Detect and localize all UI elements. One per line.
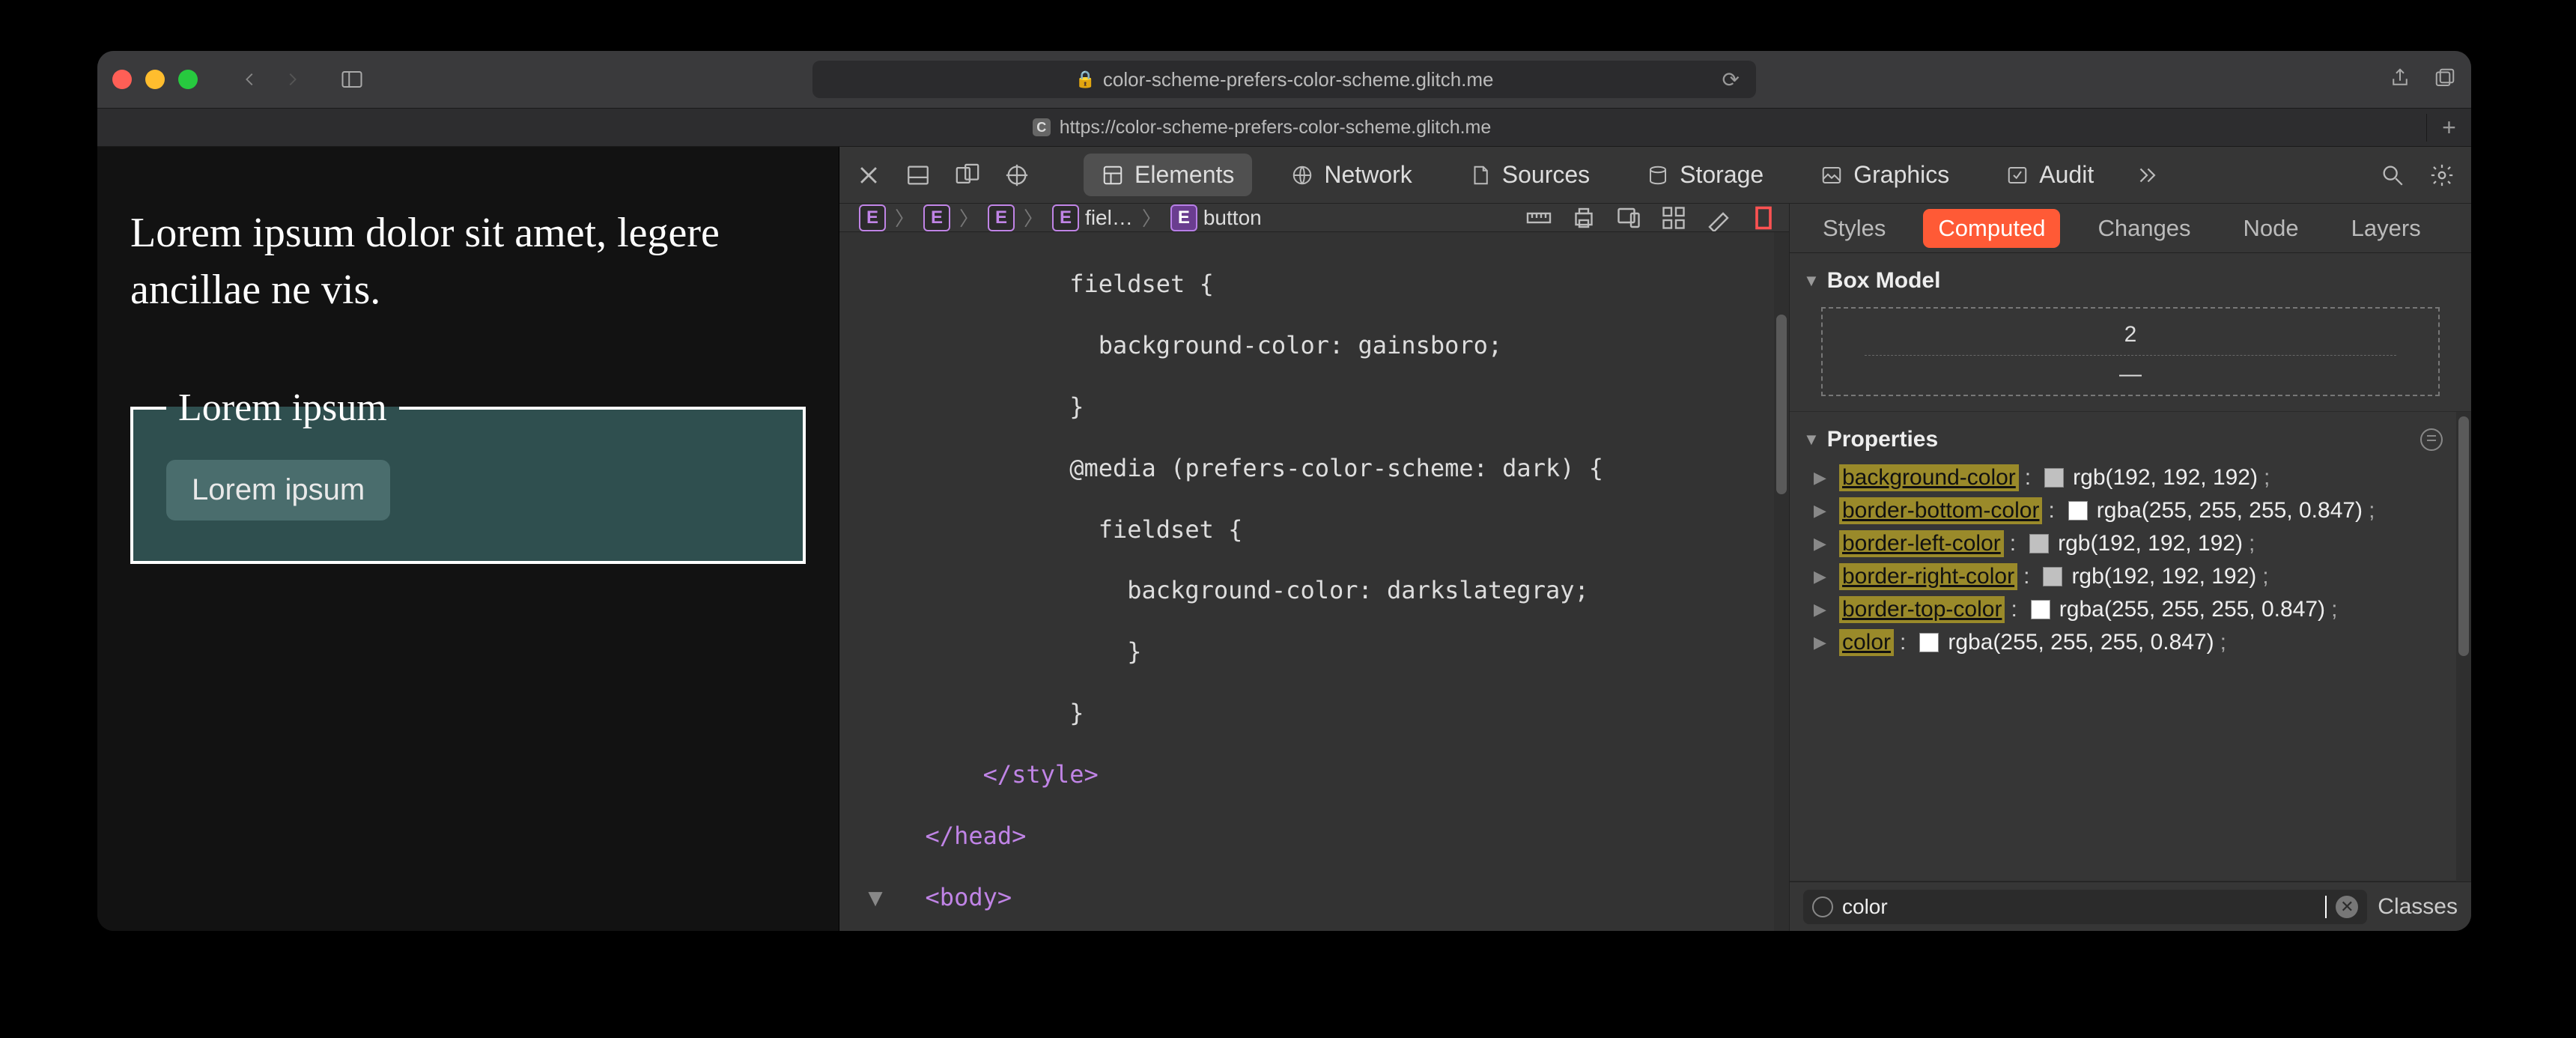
- browser-tab[interactable]: C https://color-scheme-prefers-color-sch…: [97, 117, 2426, 139]
- subtab-computed[interactable]: Computed: [1923, 209, 2060, 248]
- crumb-fieldset[interactable]: Efiel…: [1045, 204, 1140, 231]
- overflow-icon[interactable]: [2133, 161, 2161, 189]
- content-area: Lorem ipsum dolor sit amet, legere ancil…: [97, 147, 2471, 931]
- url-text: color-scheme-prefers-color-scheme.glitch…: [1103, 68, 1494, 91]
- disclosure-triangle-icon[interactable]: ▼: [1803, 271, 1820, 291]
- window-controls: [112, 70, 198, 89]
- styles-sidebar: Styles Computed Changes Node Layers ▼Box…: [1790, 204, 2471, 931]
- props-scrollbar[interactable]: [2456, 412, 2471, 881]
- back-button[interactable]: [229, 61, 271, 97]
- tabs-overview-button[interactable]: [2434, 67, 2456, 93]
- print-styles-icon[interactable]: [1570, 204, 1597, 231]
- rendered-page: Lorem ipsum dolor sit amet, legere ancil…: [97, 147, 839, 931]
- page-fieldset: Lorem ipsum Lorem ipsum: [130, 386, 806, 564]
- close-window-button[interactable]: [112, 70, 132, 89]
- clear-filter-button[interactable]: ✕: [2336, 896, 2358, 918]
- browser-window: 🔒 color-scheme-prefers-color-scheme.glit…: [97, 51, 2471, 931]
- tab-network[interactable]: Network: [1273, 154, 1430, 196]
- styles-subtabs: Styles Computed Changes Node Layers: [1790, 204, 2471, 253]
- classes-button[interactable]: Classes: [2378, 894, 2458, 920]
- ruler-icon[interactable]: [1525, 204, 1552, 231]
- compositing-icon[interactable]: [1750, 204, 1777, 231]
- dock-bottom-icon[interactable]: [904, 161, 932, 189]
- filter-input-wrap[interactable]: ✕: [1803, 890, 2367, 924]
- address-bar[interactable]: 🔒 color-scheme-prefers-color-scheme.glit…: [812, 61, 1756, 98]
- crumb-html[interactable]: E: [851, 204, 893, 231]
- search-icon[interactable]: [2378, 161, 2407, 189]
- page-form: Lorem ipsum Lorem ipsum: [130, 386, 806, 564]
- computed-property-row[interactable]: ▶border-bottom-color:rgba(255, 255, 255,…: [1809, 494, 2437, 527]
- forward-button[interactable]: [271, 61, 313, 97]
- paint-icon[interactable]: [1705, 204, 1732, 231]
- page-button[interactable]: Lorem ipsum: [166, 460, 390, 520]
- filter-icon[interactable]: [2420, 428, 2443, 451]
- filter-bar: ✕ Classes: [1790, 881, 2471, 931]
- device-icon[interactable]: [1615, 204, 1642, 231]
- crumb-form[interactable]: E: [980, 204, 1022, 231]
- inspect-icon[interactable]: [1003, 161, 1031, 189]
- devtools-toolbar: Elements Network Sources Storage Graphic…: [839, 147, 2471, 204]
- filter-field-icon: [1812, 896, 1833, 917]
- computed-property-row[interactable]: ▶border-left-color:rgb(192, 192, 192);: [1809, 527, 2437, 560]
- devtools-panel: Elements Network Sources Storage Graphic…: [839, 147, 2471, 931]
- subtab-layers[interactable]: Layers: [2336, 209, 2436, 248]
- minimize-window-button[interactable]: [145, 70, 165, 89]
- crumb-body[interactable]: E: [916, 204, 958, 231]
- tab-elements[interactable]: Elements: [1084, 154, 1252, 196]
- grid-icon[interactable]: [1660, 204, 1687, 231]
- computed-property-row[interactable]: ▶color:rgba(255, 255, 255, 0.847);: [1809, 626, 2437, 659]
- properties-section: ▼Properties ▶background-color:rgb(192, 1…: [1790, 412, 2456, 881]
- dock-side-icon[interactable]: [953, 161, 982, 189]
- sidebar-toggle-button[interactable]: [334, 61, 370, 97]
- subtab-node[interactable]: Node: [2229, 209, 2314, 248]
- computed-property-row[interactable]: ▶border-top-color:rgba(255, 255, 255, 0.…: [1809, 593, 2437, 626]
- elements-panel: E 〉 E 〉 E 〉 Efiel… 〉 Ebutton: [839, 204, 1790, 931]
- disclosure-triangle-icon[interactable]: ▼: [1803, 430, 1820, 449]
- share-button[interactable]: [2389, 67, 2411, 93]
- box-model-diagram[interactable]: 2 —: [1821, 307, 2440, 396]
- tab-title: https://color-scheme-prefers-color-schem…: [1060, 117, 1492, 139]
- close-devtools-button[interactable]: [854, 161, 883, 189]
- favicon: C: [1033, 118, 1051, 136]
- filter-input[interactable]: [1842, 895, 2316, 919]
- reload-button[interactable]: ⟳: [1712, 67, 1750, 92]
- settings-gear-icon[interactable]: [2428, 161, 2456, 189]
- tab-storage[interactable]: Storage: [1629, 154, 1781, 196]
- computed-property-row[interactable]: ▶border-right-color:rgb(192, 192, 192);: [1809, 560, 2437, 593]
- tab-sources[interactable]: Sources: [1451, 154, 1608, 196]
- zoom-window-button[interactable]: [178, 70, 198, 89]
- dom-scrollbar[interactable]: [1774, 232, 1789, 931]
- computed-property-row[interactable]: ▶background-color:rgb(192, 192, 192);: [1809, 461, 2437, 494]
- crumb-button[interactable]: Ebutton: [1163, 204, 1269, 231]
- titlebar: 🔒 color-scheme-prefers-color-scheme.glit…: [97, 51, 2471, 108]
- box-model-section: ▼Box Model 2 —: [1790, 253, 2471, 412]
- breadcrumb-bar: E 〉 E 〉 E 〉 Efiel… 〉 Ebutton: [839, 204, 1789, 232]
- page-paragraph: Lorem ipsum dolor sit amet, legere ancil…: [130, 205, 806, 318]
- tab-graphics[interactable]: Graphics: [1802, 154, 1967, 196]
- subtab-changes[interactable]: Changes: [2083, 209, 2205, 248]
- tab-bar: C https://color-scheme-prefers-color-sch…: [97, 108, 2471, 147]
- lock-icon: 🔒: [1075, 70, 1095, 89]
- subtab-styles[interactable]: Styles: [1808, 209, 1901, 248]
- dom-tree[interactable]: fieldset { background-color: gainsboro; …: [839, 232, 1774, 931]
- page-legend: Lorem ipsum: [166, 386, 399, 430]
- new-tab-button[interactable]: +: [2426, 114, 2471, 142]
- tab-audit[interactable]: Audit: [1988, 154, 2112, 196]
